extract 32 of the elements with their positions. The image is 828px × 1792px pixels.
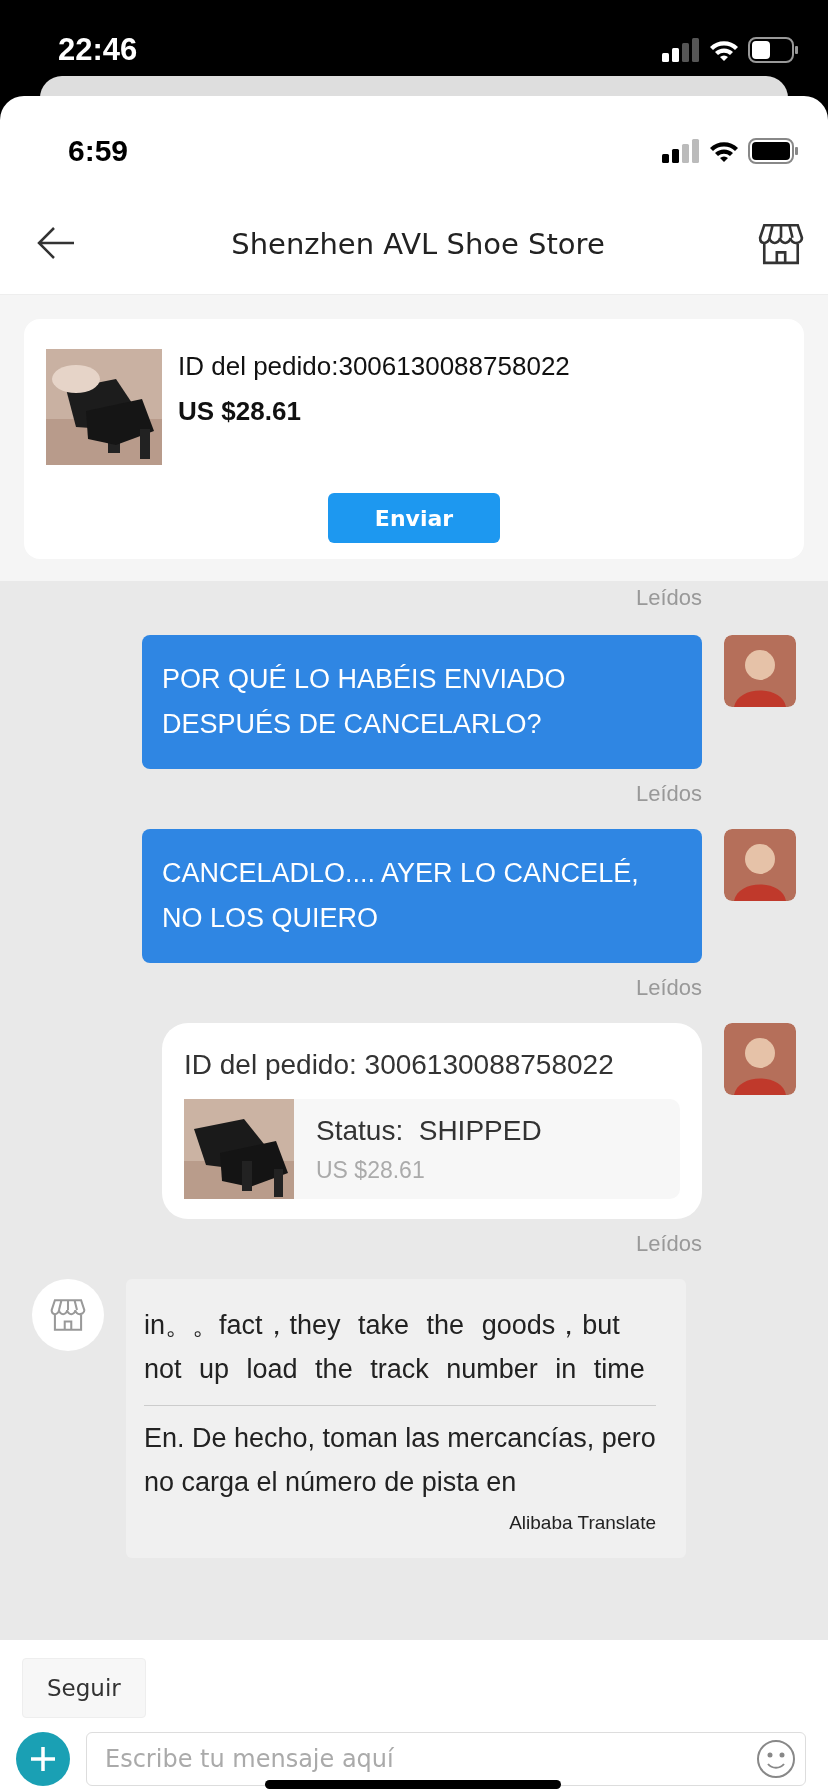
read-receipt: Leídos (634, 974, 702, 1002)
translated-text: En. De hecho, toman las mercancías, pero no carga el número de pista en (144, 1422, 656, 1499)
signal-icon (662, 139, 700, 163)
store-icon[interactable] (758, 221, 804, 267)
message-text: in。。fact，they take the goods，but not up load the track number in time (144, 1309, 646, 1386)
read-receipt: Leídos (634, 1230, 702, 1258)
order-price: US $28.61 (178, 396, 302, 427)
follow-button[interactable]: Seguir (22, 1658, 146, 1718)
message-bubble: POR QUÉ LO HABÉIS ENVIADO DESPUÉS DE CANCELARLO? (142, 635, 702, 769)
avatar-icon (724, 1023, 796, 1095)
translation-credit: Alibaba Translate (509, 1512, 656, 1534)
order-id: ID del pedido:3006130088758022 (178, 351, 570, 382)
battery-icon (748, 138, 798, 164)
order-price: US $28.61 (316, 1156, 426, 1184)
avatar-icon (724, 635, 796, 707)
clock-time: 22:46 (58, 32, 138, 68)
order-id: ID del pedido: 3006130088758022 (184, 1049, 615, 1081)
plus-icon (29, 1745, 57, 1773)
read-receipt: Leídos (634, 780, 702, 808)
read-receipt: Leídos (634, 584, 702, 612)
order-status: Status: SHIPPED (316, 1114, 542, 1147)
message-input[interactable]: Escribe tu mensaje aquí (86, 1732, 806, 1786)
wifi-icon (708, 139, 740, 163)
wifi-icon (708, 38, 740, 62)
store-title: Shenzhen AVL Shoe Store (231, 227, 605, 261)
add-button[interactable] (16, 1732, 70, 1786)
emoji-icon[interactable] (756, 1739, 796, 1779)
message-bubble: CANCELADLO.... AYER LO CANCELÉ, NO LOS QUIERO (142, 829, 702, 963)
clock-time: 6:59 (68, 134, 129, 168)
signal-icon (662, 38, 700, 62)
avatar-icon (724, 829, 796, 901)
battery-icon (748, 37, 798, 63)
